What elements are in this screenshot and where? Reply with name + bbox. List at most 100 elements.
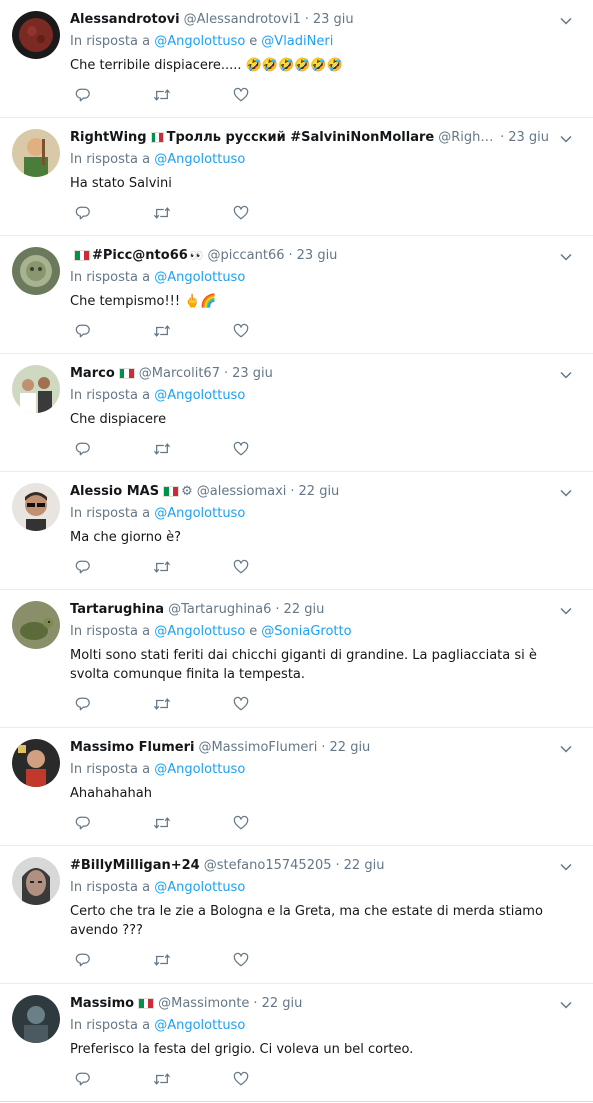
- heart-icon[interactable]: [232, 86, 250, 104]
- tweet-timestamp[interactable]: 22 giu: [284, 602, 325, 617]
- mention-link[interactable]: @Angolottuso: [154, 152, 245, 167]
- user-handle[interactable]: @MassimoFlumeri: [198, 740, 317, 755]
- tweet-timestamp[interactable]: 23 giu: [313, 12, 354, 27]
- reply-icon[interactable]: [74, 440, 92, 458]
- mention-link[interactable]: @SoniaGrotto: [261, 624, 351, 639]
- mention-link[interactable]: @Angolottuso: [154, 1018, 245, 1033]
- display-name[interactable]: RightWing: [70, 130, 147, 145]
- chevron-down-icon[interactable]: [559, 250, 573, 264]
- reply-icon[interactable]: [74, 1070, 92, 1088]
- display-name[interactable]: #Picc@nto66: [92, 248, 188, 263]
- heart-icon[interactable]: [232, 322, 250, 340]
- chevron-down-icon[interactable]: [559, 860, 573, 874]
- retweet-icon[interactable]: [153, 1070, 171, 1088]
- heart-icon[interactable]: [232, 204, 250, 222]
- heart-icon[interactable]: [232, 695, 250, 713]
- retweet-icon[interactable]: [153, 695, 171, 713]
- heart-icon[interactable]: [232, 440, 250, 458]
- portrait-avatar[interactable]: [12, 739, 60, 787]
- lion-avatar[interactable]: [12, 247, 60, 295]
- tweet[interactable]: #Picc@nto66 👀 @piccant66 · 23 giu In risposta…: [0, 236, 593, 354]
- heart-icon[interactable]: [232, 814, 250, 832]
- mention-link[interactable]: @Angolottuso: [154, 506, 245, 521]
- reply-icon[interactable]: [74, 322, 92, 340]
- retweet-icon[interactable]: [153, 86, 171, 104]
- turtle-avatar[interactable]: [12, 601, 60, 649]
- tweet[interactable]: RightWing Тролль русский #SalviniNonMolla…: [0, 118, 593, 236]
- tweet-timestamp[interactable]: 23 giu: [297, 248, 338, 263]
- user-handle[interactable]: @Marcolit67: [139, 366, 220, 381]
- reply-icon[interactable]: [74, 814, 92, 832]
- display-name-extra[interactable]: Тролль русский #SalviniNonMollare: [167, 130, 435, 145]
- display-name[interactable]: Marco: [70, 366, 115, 381]
- people-avatar[interactable]: [12, 365, 60, 413]
- mention-link[interactable]: @Angolottuso: [154, 880, 245, 895]
- mention-link[interactable]: @Angolottuso: [154, 270, 245, 285]
- tweet-timestamp[interactable]: 23 giu: [508, 130, 549, 145]
- user-handle[interactable]: @Tartarughina6: [168, 602, 271, 617]
- retweet-icon[interactable]: [153, 951, 171, 969]
- display-name[interactable]: Massimo: [70, 996, 134, 1011]
- reply-icon[interactable]: [74, 951, 92, 969]
- display-name[interactable]: Alessandrotovi: [70, 12, 180, 27]
- user-handle[interactable]: @alessiomaxi: [197, 484, 287, 499]
- mention-link[interactable]: @Angolottuso: [154, 762, 245, 777]
- user-handle[interactable]: @stefano15745205: [204, 858, 332, 873]
- retweet-icon[interactable]: [153, 814, 171, 832]
- reply-context: In risposta a @Angolottuso: [70, 880, 579, 895]
- tweet-timestamp[interactable]: 22 giu: [330, 740, 371, 755]
- tweet[interactable]: Tartarughina @Tartarughina6 · 22 giu In risp…: [0, 590, 593, 728]
- display-name[interactable]: Massimo Flumeri: [70, 740, 194, 755]
- tweet[interactable]: Massimo Flumeri @MassimoFlumeri · 22 giu In …: [0, 728, 593, 846]
- tweet-timestamp[interactable]: 23 giu: [232, 366, 273, 381]
- dark-figure-avatar[interactable]: [12, 995, 60, 1043]
- chevron-down-icon[interactable]: [559, 132, 573, 146]
- retweet-icon[interactable]: [153, 558, 171, 576]
- user-handle[interactable]: @Massimonte: [158, 996, 249, 1011]
- tweet[interactable]: Massimo @Massimonte · 22 giu In risposta a @…: [0, 984, 593, 1102]
- retweet-icon[interactable]: [153, 440, 171, 458]
- mention-link[interactable]: @Angolottuso: [154, 388, 245, 403]
- reply-icon[interactable]: [74, 558, 92, 576]
- heart-icon[interactable]: [232, 1070, 250, 1088]
- user-handle[interactable]: @Rightwi...: [438, 130, 496, 145]
- tweet-timestamp[interactable]: 22 giu: [299, 484, 340, 499]
- heart-icon[interactable]: [232, 558, 250, 576]
- chevron-down-icon[interactable]: [559, 486, 573, 500]
- reply-prefix: In risposta a: [70, 624, 151, 639]
- chevron-down-icon[interactable]: [559, 998, 573, 1012]
- chevron-down-icon[interactable]: [559, 14, 573, 28]
- chevron-down-icon[interactable]: [559, 604, 573, 618]
- display-name[interactable]: Tartarughina: [70, 602, 164, 617]
- tweet-timestamp[interactable]: 22 giu: [262, 996, 303, 1011]
- user-handle[interactable]: @piccant66: [207, 248, 284, 263]
- tweet[interactable]: Marco @Marcolit67 · 23 giu In risposta a @An…: [0, 354, 593, 472]
- heart-icon[interactable]: [232, 951, 250, 969]
- tweet[interactable]: Alessandrotovi @Alessandrotovi1 · 23 giu In …: [0, 0, 593, 118]
- cartoon-avatar[interactable]: [12, 129, 60, 177]
- reply-icon[interactable]: [74, 695, 92, 713]
- tweet-timestamp[interactable]: 22 giu: [344, 858, 385, 873]
- display-name[interactable]: Alessio MAS: [70, 484, 159, 499]
- reply-icon[interactable]: [74, 86, 92, 104]
- chevron-down-icon[interactable]: [559, 368, 573, 382]
- mention-link[interactable]: @VladiNeri: [261, 34, 333, 49]
- retweet-icon[interactable]: [153, 204, 171, 222]
- tweet-header: Alessandrotovi @Alessandrotovi1 · 23 giu: [70, 11, 579, 27]
- user-handle[interactable]: @Alessandrotovi1: [184, 12, 301, 27]
- tweet[interactable]: #BillyMilligan+24 @stefano15745205 · 22 giu…: [0, 846, 593, 984]
- chevron-down-icon[interactable]: [559, 742, 573, 756]
- retweet-icon[interactable]: [153, 322, 171, 340]
- reply-icon[interactable]: [74, 204, 92, 222]
- separator-dot: ·: [335, 857, 340, 873]
- reply-prefix: In risposta a: [70, 880, 151, 895]
- mention-link[interactable]: @Angolottuso: [154, 624, 245, 639]
- face-avatar[interactable]: [12, 857, 60, 905]
- moon-avatar[interactable]: [12, 11, 60, 59]
- display-name[interactable]: #BillyMilligan+24: [70, 858, 200, 873]
- tweet[interactable]: Alessio MAS ⚙ @alessiomaxi · 22 giu In rispos…: [0, 472, 593, 590]
- reply-context: In risposta a @Angolottuso: [70, 388, 579, 403]
- man-sunglasses-avatar[interactable]: [12, 483, 60, 531]
- reply-context: In risposta a @Angolottuso: [70, 506, 579, 521]
- mention-link[interactable]: @Angolottuso: [154, 34, 245, 49]
